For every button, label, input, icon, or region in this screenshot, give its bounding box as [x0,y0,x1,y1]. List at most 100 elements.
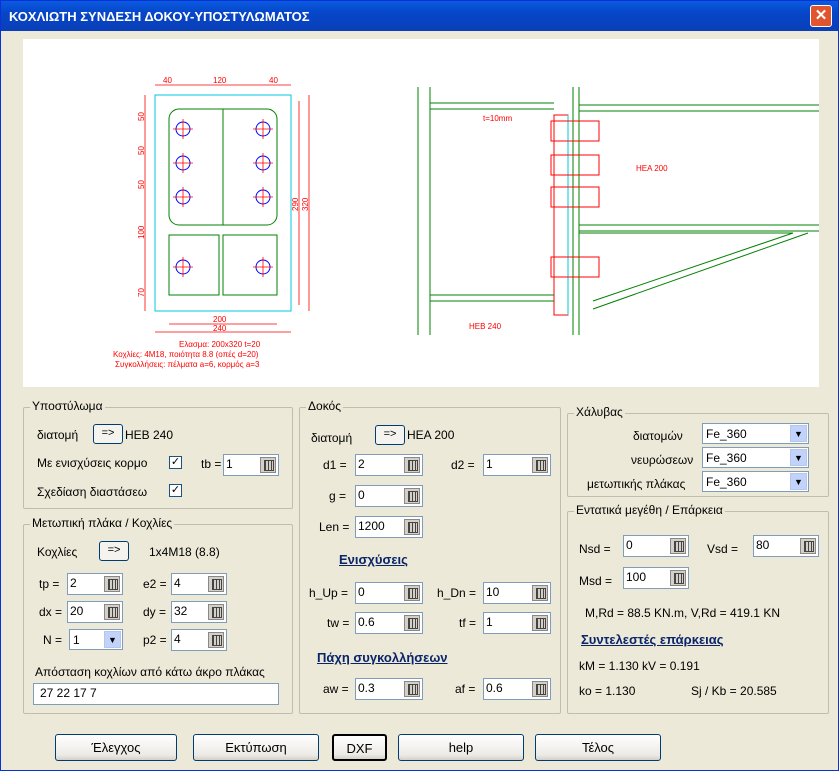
end-button[interactable]: Τέλος [535,734,661,761]
draw-dimensions-checkbox[interactable]: ✓ [169,484,182,497]
vsd-field[interactable] [753,535,819,557]
len-input[interactable] [358,519,402,533]
beam-section-button[interactable]: => [375,425,405,445]
forces-legend: Εντατικά μεγέθη / Επάρκεια [574,503,725,517]
steel-stiffeners-select[interactable]: Fe_360 ▼ [702,447,809,468]
d1-input[interactable] [358,457,402,471]
calculator-icon[interactable] [208,604,224,620]
chevron-down-icon[interactable]: ▼ [790,449,807,466]
chevron-down-icon[interactable]: ▼ [790,425,807,442]
msd-field[interactable] [623,567,689,589]
g-input[interactable] [358,488,402,502]
column-legend: Υποστύλωμα [30,399,105,413]
p2-field[interactable] [171,629,227,651]
h-up-input[interactable] [358,585,402,599]
calculator-icon[interactable] [404,519,420,535]
e2-field[interactable] [171,573,227,595]
d1-field[interactable] [355,454,423,476]
d2-input[interactable] [486,457,530,471]
n-select-value: 1 [73,633,80,647]
dx-input[interactable] [70,604,102,618]
calculator-icon[interactable] [670,538,686,554]
calculator-icon[interactable] [404,457,420,473]
dim-top-1: 40 [163,76,172,85]
tp-input[interactable] [70,576,102,590]
calculator-icon[interactable] [532,585,548,601]
beam-section-label: HEA 200 [636,164,668,173]
dim-top-3: 40 [269,76,278,85]
web-reinforcement-checkbox[interactable]: ✓ [169,456,182,469]
calculator-icon[interactable] [532,615,548,631]
tw-field[interactable] [355,612,423,634]
len-field[interactable] [355,516,423,538]
af-input[interactable] [486,681,530,695]
dim-left-1: 50 [137,112,146,121]
km-kv-values: kM = 1.130 kV = 0.191 [579,659,700,673]
tp-field[interactable] [67,573,123,595]
drawing-area: 40 120 40 50 50 50 100 70 290 320 200 24… [23,39,828,387]
calculator-icon[interactable] [104,604,120,620]
tf-label: tf = [459,616,477,630]
calculator-icon[interactable] [800,538,816,554]
aw-field[interactable] [355,678,423,700]
p2-input[interactable] [174,632,206,646]
dim-right-1: 290 [291,197,300,211]
calculator-icon[interactable] [404,681,420,697]
tf-field[interactable] [483,612,551,634]
steel-plate-select[interactable]: Fe_360 ▼ [702,471,809,492]
bolt-distance-input[interactable] [40,686,276,700]
tb-input[interactable] [226,457,258,471]
dxf-button[interactable]: DXF [332,734,387,761]
aw-input[interactable] [358,681,402,695]
e2-input[interactable] [174,576,206,590]
tb-field[interactable] [223,454,279,476]
n-select[interactable]: 1 ▼ [69,629,123,650]
help-button[interactable]: help [398,734,524,761]
calculator-icon[interactable] [404,615,420,631]
calculator-icon[interactable] [404,488,420,504]
h-dn-input[interactable] [486,585,530,599]
g-field[interactable] [355,485,423,507]
dy-field[interactable] [171,601,227,623]
len-label: Len = [319,520,350,534]
close-button[interactable]: ✕ [810,5,832,27]
tf-input[interactable] [486,615,530,629]
steel-sections-value: Fe_360 [706,427,747,441]
check-button[interactable]: Έλεγχος [55,734,177,761]
column-section-label: HEB 240 [469,322,502,331]
calculator-icon[interactable] [670,570,686,586]
h-up-field[interactable] [355,582,423,604]
column-section-value: HEB 240 [125,428,174,442]
calculator-icon[interactable] [260,457,276,473]
calculator-icon[interactable] [404,585,420,601]
chevron-down-icon[interactable]: ▼ [790,473,807,490]
bolts-button[interactable]: => [99,541,129,561]
calculator-icon[interactable] [208,576,224,592]
calculator-icon[interactable] [532,457,548,473]
steel-plate-label: μετωπικής πλάκας [587,477,686,491]
steel-legend: Χάλυβας [574,405,625,419]
tw-input[interactable] [358,615,402,629]
msd-input[interactable] [626,570,668,584]
af-field[interactable] [483,678,551,700]
bolts-label: Κοχλίες [37,545,78,559]
msd-label: Msd = [579,574,613,588]
steel-sections-select[interactable]: Fe_360 ▼ [702,423,809,444]
print-button[interactable]: Εκτύπωση [193,734,319,761]
column-section-button[interactable]: => [93,424,123,444]
calculator-icon[interactable] [104,576,120,592]
h-dn-field[interactable] [483,582,551,604]
nsd-input[interactable] [626,538,668,552]
calculator-icon[interactable] [532,681,548,697]
bolt-distance-field[interactable] [33,683,279,705]
d2-field[interactable] [483,454,551,476]
beam-legend: Δοκός [306,399,343,413]
calculator-icon[interactable] [208,632,224,648]
dim-bottom-2: 240 [213,324,227,333]
dy-input[interactable] [174,604,206,618]
connection-drawing: 40 120 40 50 50 50 100 70 290 320 200 24… [113,76,828,369]
dx-field[interactable] [67,601,123,623]
vsd-input[interactable] [756,538,798,552]
chevron-down-icon[interactable]: ▼ [104,631,121,648]
nsd-field[interactable] [623,535,689,557]
